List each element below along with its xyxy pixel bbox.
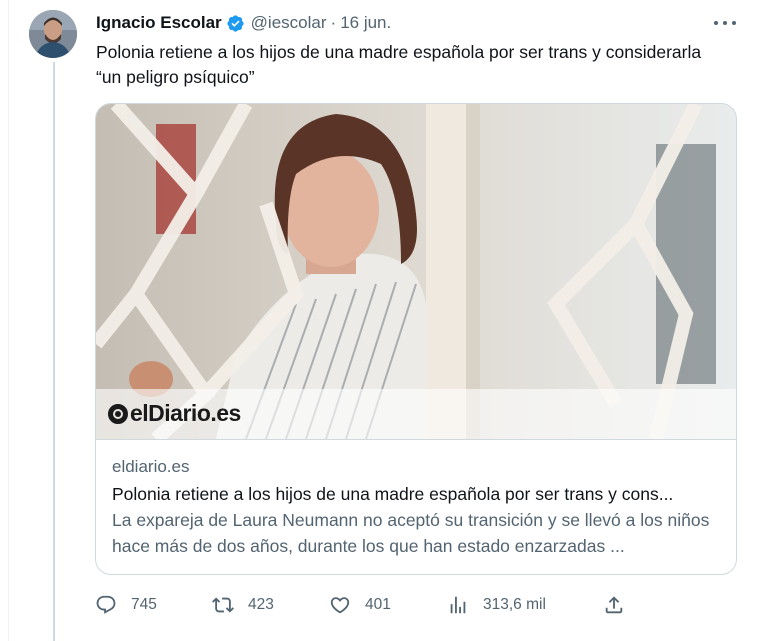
- link-preview-card[interactable]: elDiario.es eldiario.es Polonia retiene …: [95, 103, 737, 575]
- more-options-icon[interactable]: [714, 14, 736, 32]
- reply-button[interactable]: 745: [95, 590, 157, 620]
- like-button[interactable]: 401: [329, 590, 391, 620]
- like-count: 401: [365, 596, 391, 613]
- author-handle[interactable]: @iescolar: [251, 13, 327, 33]
- tweet-text: Polonia retiene a los hijos de una madre…: [96, 42, 702, 87]
- tweet-header: Ignacio Escolar @iescolar · 16 jun.: [96, 12, 391, 34]
- card-publisher-logo: elDiario.es: [108, 400, 241, 427]
- views-button[interactable]: 313,6 mil: [447, 590, 546, 620]
- repost-count: 423: [248, 596, 274, 613]
- share-button[interactable]: [603, 590, 625, 620]
- card-domain: eldiario.es: [112, 457, 190, 476]
- tweet-actions-bar: 745 423 401 313,6 mil: [95, 590, 635, 620]
- reply-count: 745: [131, 596, 157, 613]
- reply-icon: [95, 594, 117, 616]
- header-separator: ·: [330, 13, 337, 32]
- verified-badge-icon: [226, 14, 245, 33]
- author-avatar[interactable]: [29, 10, 77, 58]
- timeline-border: [8, 0, 9, 641]
- repost-button[interactable]: 423: [212, 590, 274, 620]
- share-icon: [603, 594, 625, 616]
- card-image[interactable]: elDiario.es: [96, 104, 736, 439]
- card-description: La expareja de Laura Neumann no aceptó s…: [112, 510, 710, 556]
- views-count: 313,6 mil: [483, 596, 546, 613]
- eldiario-logo-icon: [108, 403, 128, 424]
- card-title[interactable]: Polonia retiene a los hijos de una madre…: [112, 481, 712, 507]
- tweet-date[interactable]: 16 jun.: [340, 13, 391, 33]
- analytics-icon: [447, 594, 469, 616]
- author-name[interactable]: Ignacio Escolar: [96, 13, 222, 33]
- card-body[interactable]: eldiario.es Polonia retiene a los hijos …: [96, 439, 736, 574]
- heart-icon: [329, 594, 351, 616]
- thread-connector-line: [53, 62, 55, 641]
- repost-icon: [212, 594, 234, 616]
